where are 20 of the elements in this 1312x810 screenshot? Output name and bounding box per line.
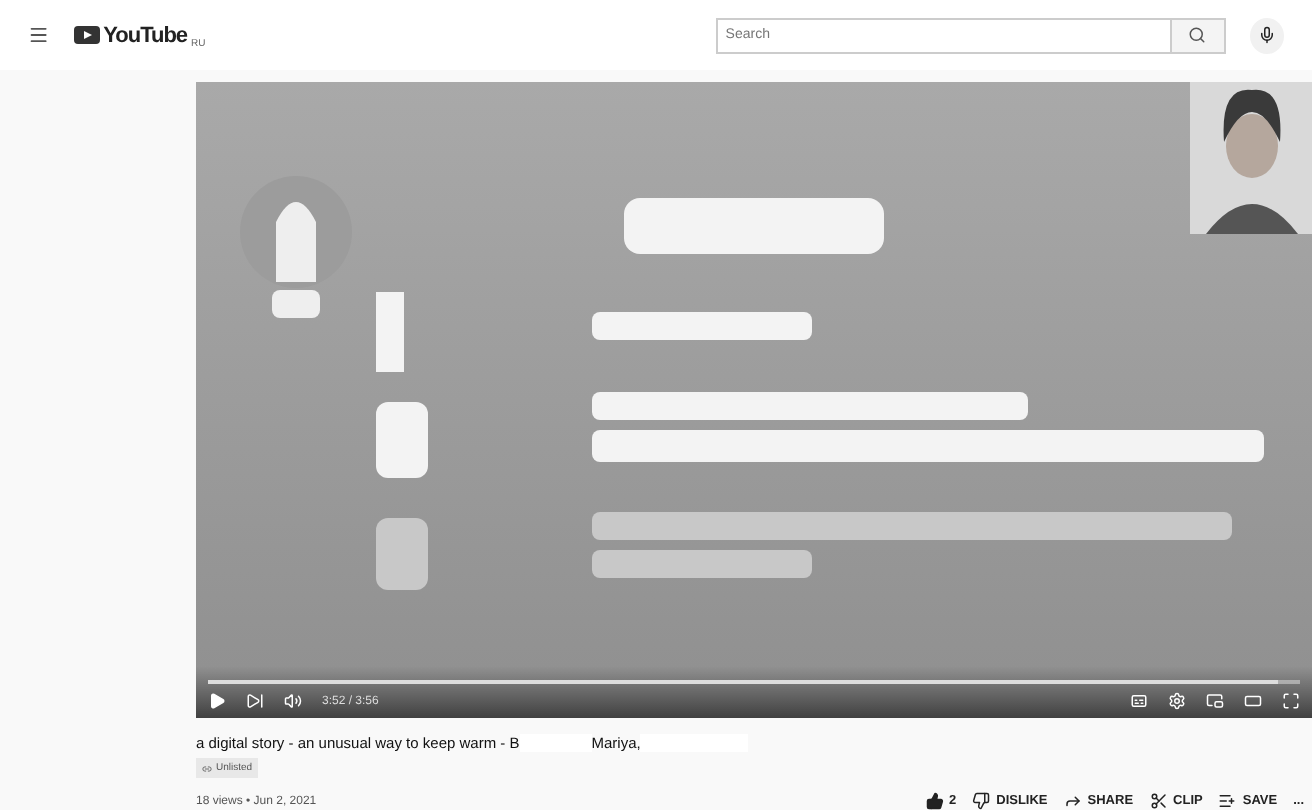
arrow-icon bbox=[1063, 792, 1082, 810]
search-button[interactable] bbox=[1171, 17, 1226, 53]
mic-button[interactable] bbox=[1249, 17, 1284, 53]
list-plus-icon bbox=[1218, 792, 1237, 810]
scissors-icon bbox=[1149, 792, 1168, 810]
miniplayer-icon[interactable] bbox=[1206, 692, 1224, 710]
theater-icon[interactable] bbox=[1244, 692, 1262, 710]
volume-icon[interactable] bbox=[284, 692, 302, 710]
search-icon bbox=[1188, 26, 1207, 44]
next-icon[interactable] bbox=[246, 692, 264, 710]
menu-icon[interactable] bbox=[28, 24, 50, 46]
settings-icon[interactable] bbox=[1168, 692, 1186, 710]
thumbs-up-icon bbox=[925, 792, 943, 810]
thumbs-down-icon bbox=[972, 792, 991, 810]
mic-icon bbox=[1257, 26, 1276, 44]
play-logo-icon bbox=[73, 26, 100, 44]
captions-icon[interactable] bbox=[1130, 692, 1148, 710]
play-icon[interactable] bbox=[208, 692, 226, 710]
logo-text[interactable]: YouTube bbox=[103, 23, 188, 47]
fullscreen-icon[interactable] bbox=[1282, 692, 1300, 710]
